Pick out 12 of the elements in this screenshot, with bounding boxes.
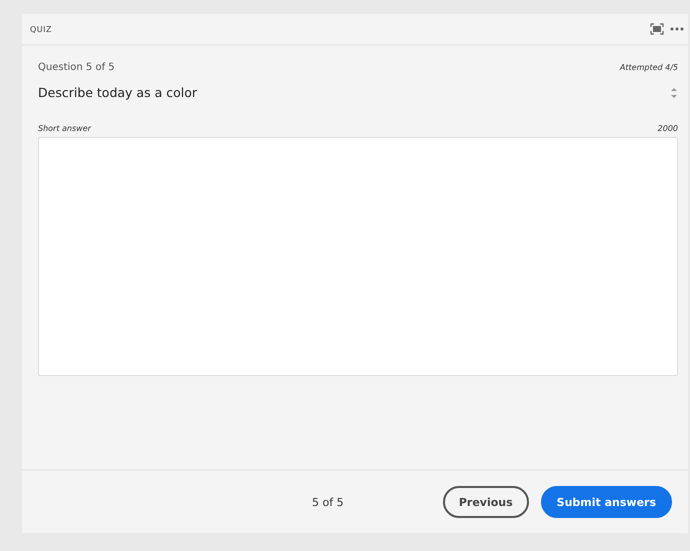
more-icon[interactable] bbox=[670, 27, 684, 31]
submit-button[interactable]: Submit answers bbox=[540, 486, 672, 518]
character-limit: 2000 bbox=[658, 124, 678, 133]
previous-button[interactable]: Previous bbox=[442, 486, 529, 518]
panel-title: QUIZ bbox=[30, 24, 52, 34]
attempted-count: Attempted 4/5 bbox=[620, 63, 678, 72]
stepper-icon[interactable] bbox=[670, 86, 678, 98]
answer-label: Short answer bbox=[38, 124, 91, 133]
answer-field[interactable] bbox=[38, 137, 678, 376]
page-indicator: 5 of 5 bbox=[312, 496, 345, 508]
question-text: Describe today as a color bbox=[38, 85, 197, 100]
fullscreen-icon[interactable] bbox=[650, 23, 664, 35]
